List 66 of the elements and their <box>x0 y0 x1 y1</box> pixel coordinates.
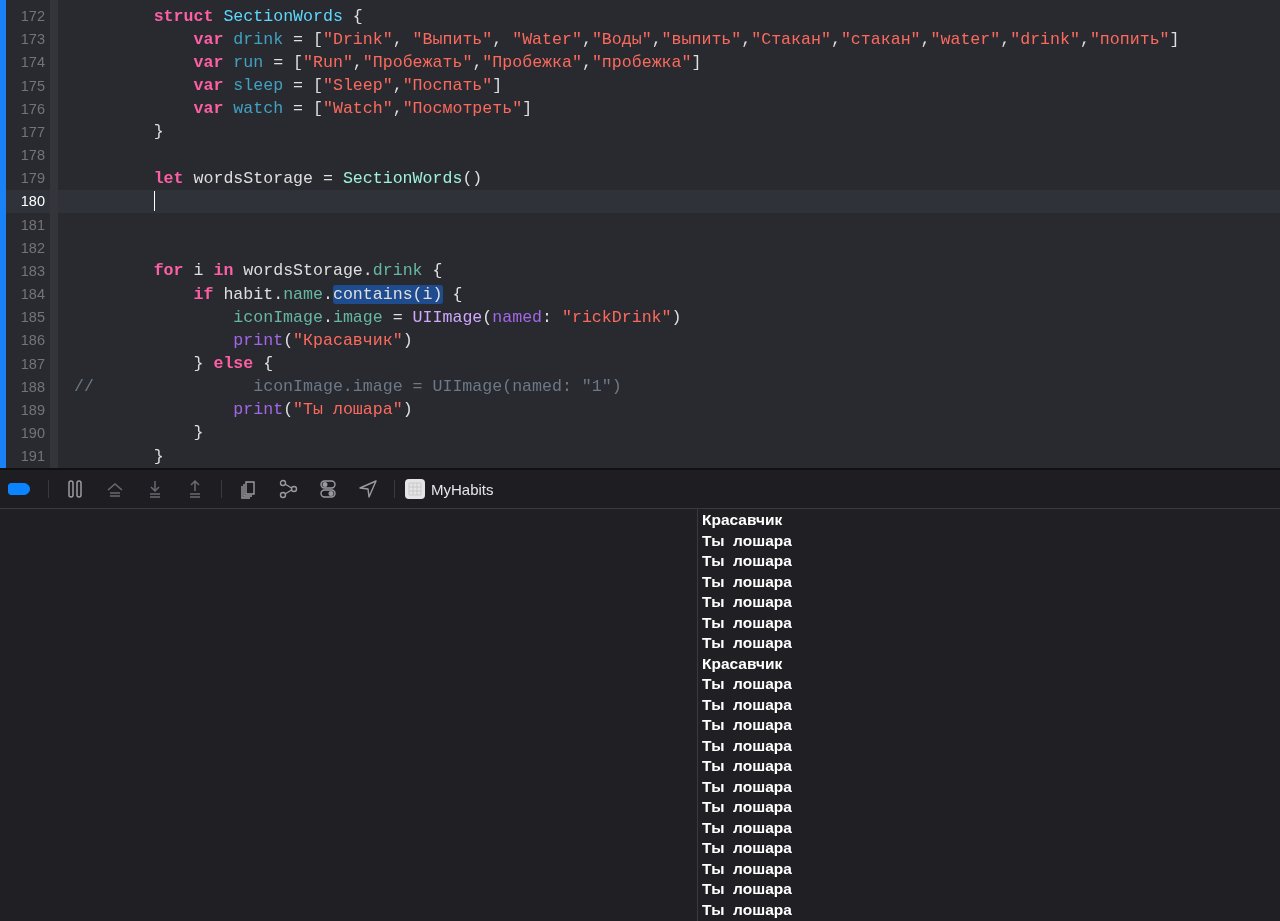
console-output-line: Ты лошара <box>702 530 793 551</box>
console-output-line: Ты лошара <box>702 776 793 797</box>
line-number: 176 <box>19 100 45 117</box>
line-number: 175 <box>19 77 45 94</box>
line-number: 178 <box>19 147 45 164</box>
console-output-line: Ты лошара <box>702 674 793 694</box>
line-number: 177 <box>19 123 45 140</box>
line-number: 173 <box>19 31 45 48</box>
code-line: var run = ["Run","Пробежать","Пробежка","пробежка"] <box>192 53 702 72</box>
line-number: 185 <box>19 309 45 326</box>
console-output-line: Ты лошара <box>702 551 793 571</box>
code-line: iconImage.image = UIImage(named: "rickDrink") <box>232 307 682 327</box>
console-output-line: Ты лошара <box>702 715 793 735</box>
code-line: if habit.name.contains(i) { <box>192 284 463 304</box>
console-output-line: Ты лошара <box>702 899 793 920</box>
code-line: // iconImage.image = UIImage(named: "1") <box>74 377 622 397</box>
line-number: 187 <box>19 355 45 372</box>
code-line: for i in wordsStorage.drink { <box>152 261 443 281</box>
console-output-line: Ты лошара <box>702 694 793 715</box>
console-output-line: Ты лошара <box>702 592 793 612</box>
code-line: var drink = ["Drink", "Выпить", "Water","Воды","выпить","Стакан","стакан","water","drink","попить"] <box>192 29 1180 49</box>
console-output-line: Ты лошара <box>702 571 793 592</box>
pause-icon[interactable] <box>65 479 85 499</box>
console-output-line: Ты лошара <box>702 735 793 756</box>
console-output-line: Ты лошара <box>702 858 793 879</box>
target-name[interactable]: MyHabits <box>431 480 494 498</box>
line-number: 182 <box>19 239 45 256</box>
layers-icon[interactable] <box>238 479 258 499</box>
code-line: } else { <box>192 354 274 373</box>
breakpoints-toggle[interactable] <box>8 483 30 495</box>
code-line: struct SectionWords { <box>152 6 363 26</box>
line-number: 180 <box>19 193 45 210</box>
line-number: 179 <box>19 170 45 187</box>
line-number: 190 <box>19 425 45 441</box>
console-output-line: Ты лошара <box>702 817 793 838</box>
line-number: 183 <box>19 262 45 279</box>
console-output-line: Ты лошара <box>702 612 793 633</box>
console-output-line: Красавчик <box>702 510 784 530</box>
code-line: var sleep = ["Sleep","Поспать"] <box>192 76 503 96</box>
line-number: 181 <box>19 216 45 233</box>
toggles-icon[interactable] <box>318 479 338 499</box>
code-line: } <box>192 423 204 443</box>
console-output-line: Ты лошара <box>702 633 793 653</box>
code-editor[interactable] <box>0 0 1280 468</box>
console-output-line: Красавчик <box>702 653 784 674</box>
app-icon[interactable] <box>405 479 425 499</box>
line-number: 191 <box>19 448 45 465</box>
line-number: 189 <box>19 401 45 418</box>
line-number: 188 <box>19 378 45 395</box>
console-output-line: Ты лошара <box>702 838 793 858</box>
line-number: 172 <box>19 8 45 25</box>
console-output-line: Ты лошара <box>702 756 793 776</box>
location-arrow-icon[interactable] <box>358 479 378 499</box>
code-line: print("Ты лошара") <box>232 400 413 420</box>
console-output-line: Ты лошара <box>702 797 793 817</box>
line-number: 174 <box>19 54 45 71</box>
code-line: } <box>152 446 164 466</box>
code-line: print("Красавчик") <box>232 330 413 350</box>
line-number: 184 <box>19 286 45 303</box>
code-line: let wordsStorage = SectionWords() <box>152 168 483 188</box>
code-line: } <box>152 122 164 142</box>
code-line: var watch = ["Watch","Посмотреть"] <box>192 99 533 119</box>
line-number: 186 <box>19 332 45 349</box>
text-cursor <box>153 191 156 212</box>
console-output-line: Ты лошара <box>702 879 793 899</box>
graph-icon[interactable] <box>278 479 298 499</box>
